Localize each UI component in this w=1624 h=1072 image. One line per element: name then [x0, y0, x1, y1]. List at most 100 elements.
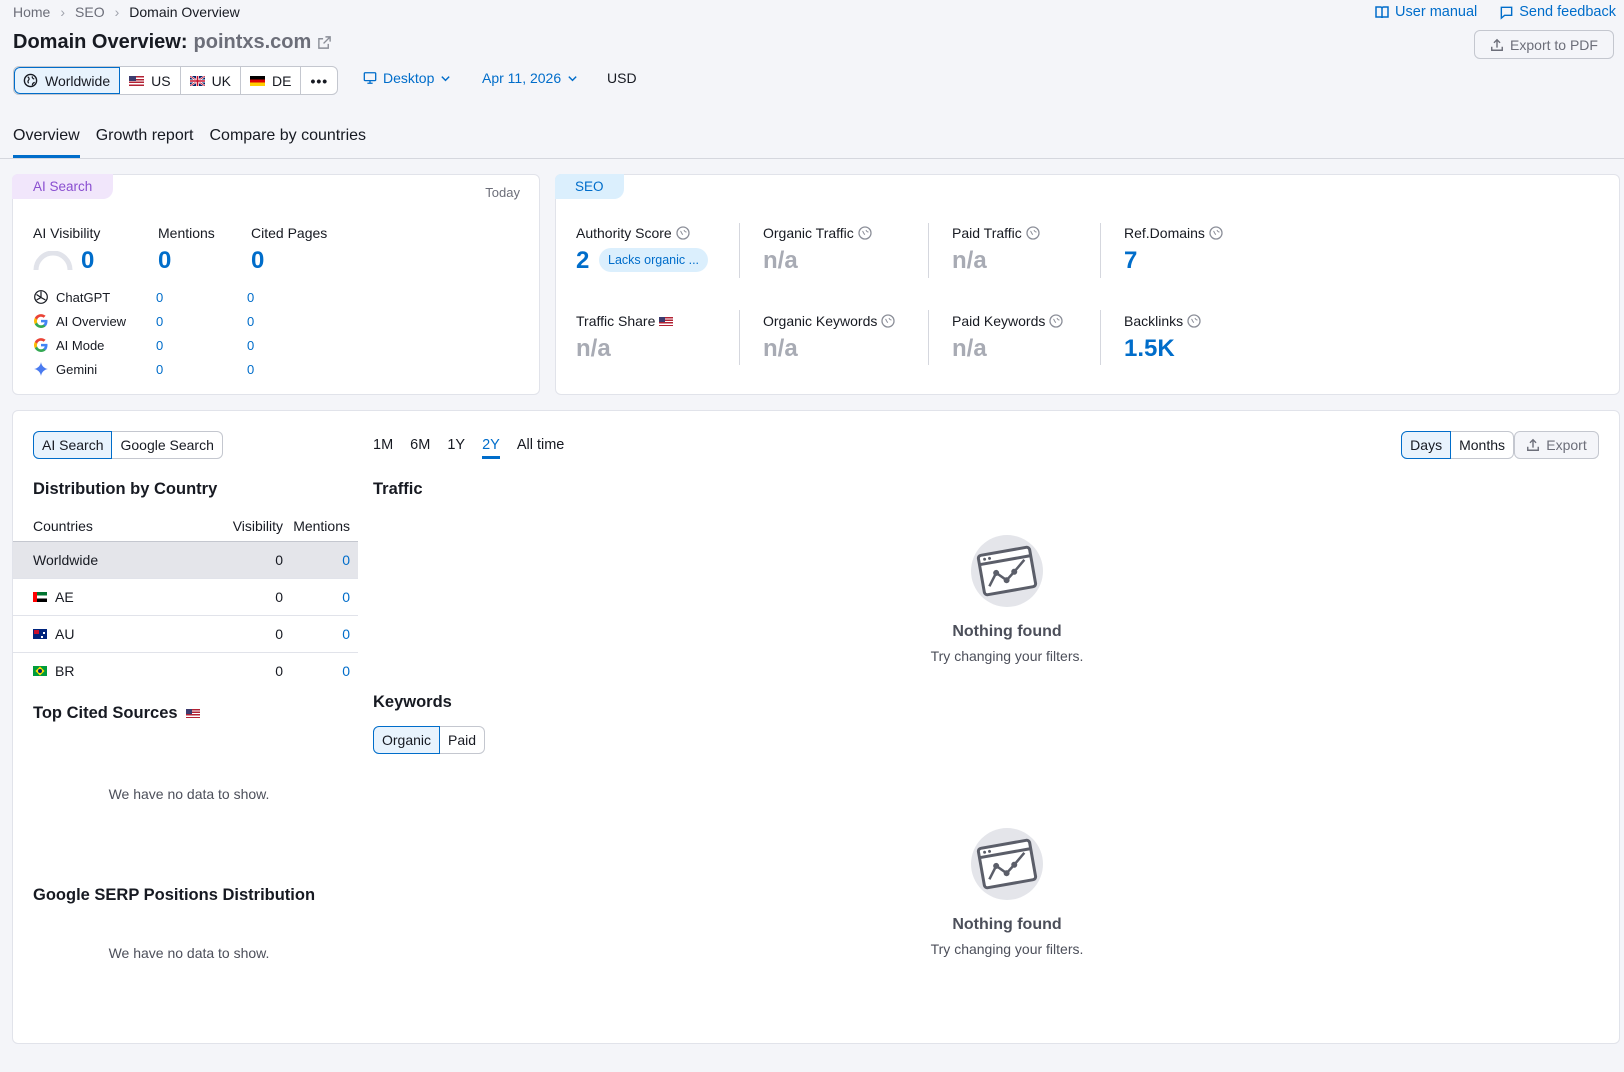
period-6m[interactable]: 6M [410, 437, 430, 459]
country-table: Countries Visibility Mentions Worldwide … [13, 511, 358, 689]
distribution-title: Distribution by Country [33, 480, 218, 498]
divider [928, 223, 929, 278]
ref-domains-text: Ref.Domains [1124, 225, 1205, 241]
source-cited[interactable]: 0 [247, 314, 254, 329]
column-countries: Countries [13, 511, 203, 542]
divider [1100, 310, 1101, 365]
breadcrumb: Home › SEO › Domain Overview [13, 4, 240, 20]
country-name: Worldwide [13, 541, 203, 579]
send-feedback-link[interactable]: Send feedback [1499, 4, 1616, 20]
source-mentions[interactable]: 0 [156, 362, 247, 377]
list-item: ChatGPT 0 0 [33, 285, 293, 309]
info-icon[interactable] [676, 226, 690, 240]
divider [739, 223, 740, 278]
toggle-organic[interactable]: Organic [373, 726, 441, 754]
info-icon[interactable] [1187, 314, 1201, 328]
export-pdf-label: Export to PDF [1510, 36, 1598, 53]
info-icon[interactable] [881, 314, 896, 328]
table-row[interactable]: AU 0 0 [13, 615, 358, 653]
page-title-text: Domain Overview: [13, 31, 188, 53]
tab-overview[interactable]: Overview [13, 127, 80, 158]
upload-icon [1491, 38, 1503, 51]
country-name: AE [55, 588, 74, 605]
monitor-icon [363, 72, 377, 84]
external-link-icon[interactable] [317, 35, 332, 50]
ref-domains-value[interactable]: 7 [1124, 247, 1137, 275]
ai-search-card: AI Search Today AI Visibility 0 Mentions… [12, 174, 540, 395]
cited-pages-label: Cited Pages [251, 225, 328, 241]
export-button[interactable]: Export [1514, 431, 1599, 459]
cited-pages-value[interactable]: 0 [251, 247, 264, 275]
breadcrumb-seo[interactable]: SEO [75, 4, 105, 20]
date-label: Apr 11, 2026 [482, 70, 562, 86]
toggle-months[interactable]: Months [1451, 431, 1514, 459]
tab-compare-by-countries[interactable]: Compare by countries [210, 127, 367, 158]
breadcrumb-home[interactable]: Home [13, 4, 50, 20]
ae-flag-icon [33, 591, 47, 602]
visibility-gauge-icon [33, 251, 73, 271]
granularity-toggle: Days Months [1401, 431, 1514, 459]
country-mentions[interactable]: 0 [283, 541, 358, 579]
traffic-share-text: Traffic Share [576, 313, 656, 329]
chevron-down-icon [568, 75, 577, 81]
mentions-label: Mentions [158, 225, 215, 241]
region-uk[interactable]: UK [181, 67, 242, 94]
period-2y[interactable]: 2Y [482, 437, 500, 459]
info-icon[interactable] [1026, 226, 1040, 240]
region-worldwide[interactable]: Worldwide [14, 67, 121, 94]
info-icon[interactable] [1209, 226, 1223, 240]
column-mentions: Mentions [283, 511, 358, 542]
lacks-organic-badge[interactable]: Lacks organic ... [599, 248, 709, 272]
chevron-right-icon: › [60, 4, 66, 20]
export-pdf-button[interactable]: Export to PDF [1474, 30, 1614, 59]
us-flag-icon [185, 709, 200, 718]
toggle-ai-search[interactable]: AI Search [33, 431, 113, 459]
toggle-paid[interactable]: Paid [440, 726, 486, 754]
authority-score-value[interactable]: 2 [576, 247, 589, 275]
info-icon[interactable] [858, 226, 872, 240]
empty-chart-icon [971, 535, 1043, 607]
table-row[interactable]: AE 0 0 [13, 578, 358, 616]
keywords-toggle: Organic Paid [373, 726, 486, 754]
region-de[interactable]: DE [241, 67, 302, 94]
main-tabs: Overview Growth report Compare by countr… [13, 127, 366, 158]
organic-traffic-text: Organic Traffic [763, 225, 854, 241]
table-row[interactable]: Worldwide 0 0 [13, 541, 358, 579]
source-cited[interactable]: 0 [247, 362, 254, 377]
country-mentions[interactable]: 0 [283, 652, 358, 689]
period-1m[interactable]: 1M [373, 437, 393, 459]
mentions-value[interactable]: 0 [158, 247, 171, 275]
source-mentions[interactable]: 0 [156, 338, 247, 353]
region-us[interactable]: US [120, 67, 181, 94]
toggle-days[interactable]: Days [1401, 431, 1452, 459]
list-item: AI Mode 0 0 [33, 333, 293, 357]
device-dropdown[interactable]: Desktop [363, 70, 451, 86]
keywords-empty-state: Nothing found Try changing your filters. [857, 826, 1157, 957]
period-1y[interactable]: 1Y [447, 437, 465, 459]
user-manual-link[interactable]: User manual [1374, 4, 1477, 20]
divider [928, 310, 929, 365]
source-mentions[interactable]: 0 [156, 314, 247, 329]
more-regions-button[interactable]: ••• [301, 67, 337, 94]
divider [1100, 223, 1101, 278]
empty-chart-icon [971, 828, 1043, 900]
source-cited[interactable]: 0 [247, 290, 254, 305]
organic-keywords-text: Organic Keywords [763, 313, 878, 329]
source-cited[interactable]: 0 [247, 338, 254, 353]
date-dropdown[interactable]: Apr 11, 2026 [482, 70, 578, 86]
tab-growth-report[interactable]: Growth report [96, 127, 194, 158]
domain-name[interactable]: pointxs.com [194, 31, 312, 54]
country-mentions[interactable]: 0 [283, 578, 358, 616]
toggle-google-search[interactable]: Google Search [112, 431, 223, 459]
info-icon[interactable] [1049, 314, 1064, 328]
table-row[interactable]: BR 0 0 [13, 652, 358, 689]
period-all-time[interactable]: All time [517, 437, 565, 459]
backlinks-value[interactable]: 1.5K [1124, 335, 1175, 363]
ai-visibility-value[interactable]: 0 [81, 247, 94, 275]
uk-flag-icon [189, 75, 205, 86]
source-mentions[interactable]: 0 [156, 290, 247, 305]
serp-distribution-title: Google SERP Positions Distribution [33, 886, 316, 904]
keywords-title: Keywords [373, 693, 452, 711]
country-mentions[interactable]: 0 [283, 615, 358, 653]
de-flag-icon [250, 75, 266, 86]
